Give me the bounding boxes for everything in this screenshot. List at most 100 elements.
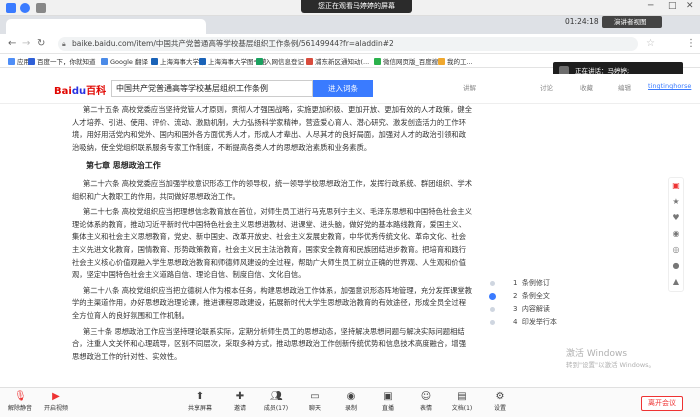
- stat-comment[interactable]: 讨论: [540, 82, 553, 92]
- settings-label: 设置: [493, 405, 506, 412]
- outline-dot: [489, 293, 496, 300]
- search-input[interactable]: 中国共产党普通高等学校基层组织工作条例: [111, 80, 313, 97]
- outline-label: 条例修订: [521, 279, 550, 287]
- bookmark-label: 百度一下，你就知道: [37, 58, 96, 66]
- share-sidebar: ▣ ★ ♥ ◉ ◎ ● ▲: [668, 177, 684, 292]
- bookmark-item[interactable]: Google 翻译: [101, 56, 148, 66]
- members-label: 成员(17): [263, 405, 289, 412]
- invite-button[interactable]: ✚ 邀请: [222, 391, 258, 412]
- documents-label: 文档(1): [451, 405, 473, 412]
- activation-title: 激活 Windows: [566, 349, 628, 359]
- outline-num: 3: [513, 305, 518, 313]
- logo-blue: du: [71, 86, 87, 97]
- bookmark-item[interactable]: 我的工...: [438, 56, 473, 66]
- outline-dot: [490, 307, 495, 312]
- article-paragraph: 第二十五条 高校党委应当坚持党管人才原则，贯彻人才强国战略，实施更加积极、更加开…: [72, 105, 472, 152]
- baike-logo[interactable]: Baidu百科: [54, 82, 106, 97]
- outline-item[interactable]: 4 印发举行本: [488, 316, 578, 329]
- members-icon: 👥︎: [270, 391, 283, 402]
- video-button[interactable]: ▶ 开启视频: [38, 391, 74, 412]
- chat-icon: ▭: [310, 391, 320, 402]
- record-button[interactable]: ◉ 录制: [333, 391, 369, 412]
- outline-label: 印发举行本: [521, 318, 557, 326]
- bookmark-icon: [151, 58, 158, 65]
- bookmark-item[interactable]: 应用: [8, 56, 30, 66]
- article-paragraph: 第二十七条 高校党组织应当把理想信念教育放在首位，对师生员工进行马克思列宁主义、…: [72, 207, 472, 280]
- address-bar-row: ← → ↻ 🔒︎ baike.baidu.com/item/中国共产党普通高等学…: [0, 34, 700, 54]
- gear-icon: ⚙: [495, 391, 505, 402]
- mute-label: 解除静音: [7, 405, 32, 412]
- speaker-view-label: 演讲者视图: [614, 18, 647, 26]
- outline-item[interactable]: 1 条例修订: [488, 277, 578, 290]
- weibo-icon[interactable]: ◎: [669, 242, 683, 258]
- bookmark-item[interactable]: 微信网页版_百度搜索: [374, 56, 445, 66]
- bookmark-label: 微信网页版_百度搜索: [383, 58, 445, 66]
- chat-button[interactable]: ▭ 聊天: [297, 391, 333, 412]
- share-screen-button[interactable]: ⬆ 共享屏幕: [182, 391, 218, 412]
- bookmark-item[interactable]: 上海海事大学 |: [151, 56, 203, 66]
- documents-button[interactable]: ▤ 文档(1): [444, 391, 480, 412]
- outline-label: 内容解读: [521, 305, 550, 313]
- star-icon[interactable]: ☆: [646, 38, 655, 49]
- bookmark-icon: [438, 58, 445, 65]
- bookmark-label: 浦东新区通知动(...: [315, 58, 370, 66]
- bookmark-label: 我的工...: [447, 58, 473, 66]
- close-icon[interactable]: ✕: [686, 1, 694, 11]
- bookmark-label: 入网信息登记: [265, 58, 304, 66]
- mute-button[interactable]: 🎙︎ 解除静音: [2, 391, 38, 412]
- leave-meeting-button[interactable]: 离开会议: [641, 396, 683, 411]
- live-icon: ▣: [383, 391, 393, 402]
- bookmark-icon: [28, 58, 35, 65]
- enter-entry-button[interactable]: 进入词条: [313, 80, 373, 97]
- bookmark-item[interactable]: 入网信息登记: [256, 56, 304, 66]
- meeting-top-bar: 您正在观看马婷婷的屏幕 ─ □ ✕: [0, 0, 700, 16]
- outline-item-active[interactable]: 2 条例全文: [488, 290, 578, 303]
- info-icon[interactable]: [6, 3, 16, 13]
- stat-discuss[interactable]: 讲解: [463, 82, 476, 92]
- url-field[interactable]: 🔒︎ baike.baidu.com/item/中国共产党普通高等学校基层组织工…: [58, 37, 638, 51]
- record-icon: ◉: [346, 391, 356, 402]
- baike-header: Baidu百科 中国共产党普通高等学校基层组织工作条例 进入词条 讲解 讨论 收…: [0, 74, 700, 104]
- back-icon[interactable]: ←: [8, 38, 16, 49]
- record-label: 录制: [344, 405, 357, 412]
- members-button[interactable]: 👥︎ 成员(17): [258, 391, 294, 412]
- active-tab[interactable]: [6, 19, 206, 34]
- activation-subtitle: 转到"设置"以激活 Windows。: [566, 361, 656, 369]
- emoji-icon: ☺: [420, 391, 432, 402]
- shield-icon[interactable]: [20, 3, 30, 13]
- settings-button[interactable]: ⚙ 设置: [482, 391, 518, 412]
- qq-icon[interactable]: ●: [669, 258, 683, 274]
- reactions-button[interactable]: ☺ 表情: [408, 391, 444, 412]
- outline-num: 1: [513, 279, 518, 287]
- bookmark-item[interactable]: 百度一下，你就知道: [28, 56, 96, 66]
- reload-icon[interactable]: ↻: [37, 38, 45, 49]
- wechat-icon[interactable]: ◉: [669, 226, 683, 242]
- camera-off-icon: ▶: [52, 391, 60, 402]
- logo-suffix: 百科: [86, 86, 107, 97]
- bookmark-icon: [101, 58, 108, 65]
- maximize-icon[interactable]: □: [668, 1, 677, 11]
- live-button[interactable]: ▣ 直播: [370, 391, 406, 412]
- stat-favorite[interactable]: 收藏: [580, 82, 593, 92]
- forward-icon[interactable]: →: [22, 38, 30, 49]
- bookmark-item[interactable]: 浦东新区通知动(...: [306, 56, 369, 66]
- bookmark-icon: [306, 58, 313, 65]
- invite-label: 邀请: [233, 405, 246, 412]
- username-link[interactable]: tingtinghorse: [648, 82, 691, 90]
- like-icon[interactable]: ♥: [669, 210, 683, 226]
- logo-red: Bai: [54, 86, 72, 97]
- speaker-view-button[interactable]: 演讲者视图: [602, 16, 662, 28]
- menu-icon[interactable]: ⋮: [686, 38, 696, 49]
- document-icon: ▤: [457, 391, 467, 402]
- star-icon[interactable]: ★: [669, 194, 683, 210]
- live-label: 直播: [381, 405, 394, 412]
- gift-icon[interactable]: ▣: [669, 178, 683, 194]
- minimize-icon[interactable]: ─: [648, 1, 653, 11]
- top-icon[interactable]: ▲: [669, 274, 683, 290]
- outline-item[interactable]: 3 内容解读: [488, 303, 578, 316]
- invite-icon: ✚: [235, 391, 245, 402]
- stat-edit[interactable]: 编辑: [618, 82, 631, 92]
- reactions-label: 表情: [419, 405, 432, 412]
- meeting-toolbar: 🎙︎ 解除静音 ▶ 开启视频 ⬆ 共享屏幕 ✚ 邀请 👥︎ 成员(17) ▭ 聊天 ◉ 录制 …: [0, 387, 700, 417]
- url-text: baike.baidu.com/item/中国共产党普通高等学校基层组织工作条例…: [72, 39, 394, 48]
